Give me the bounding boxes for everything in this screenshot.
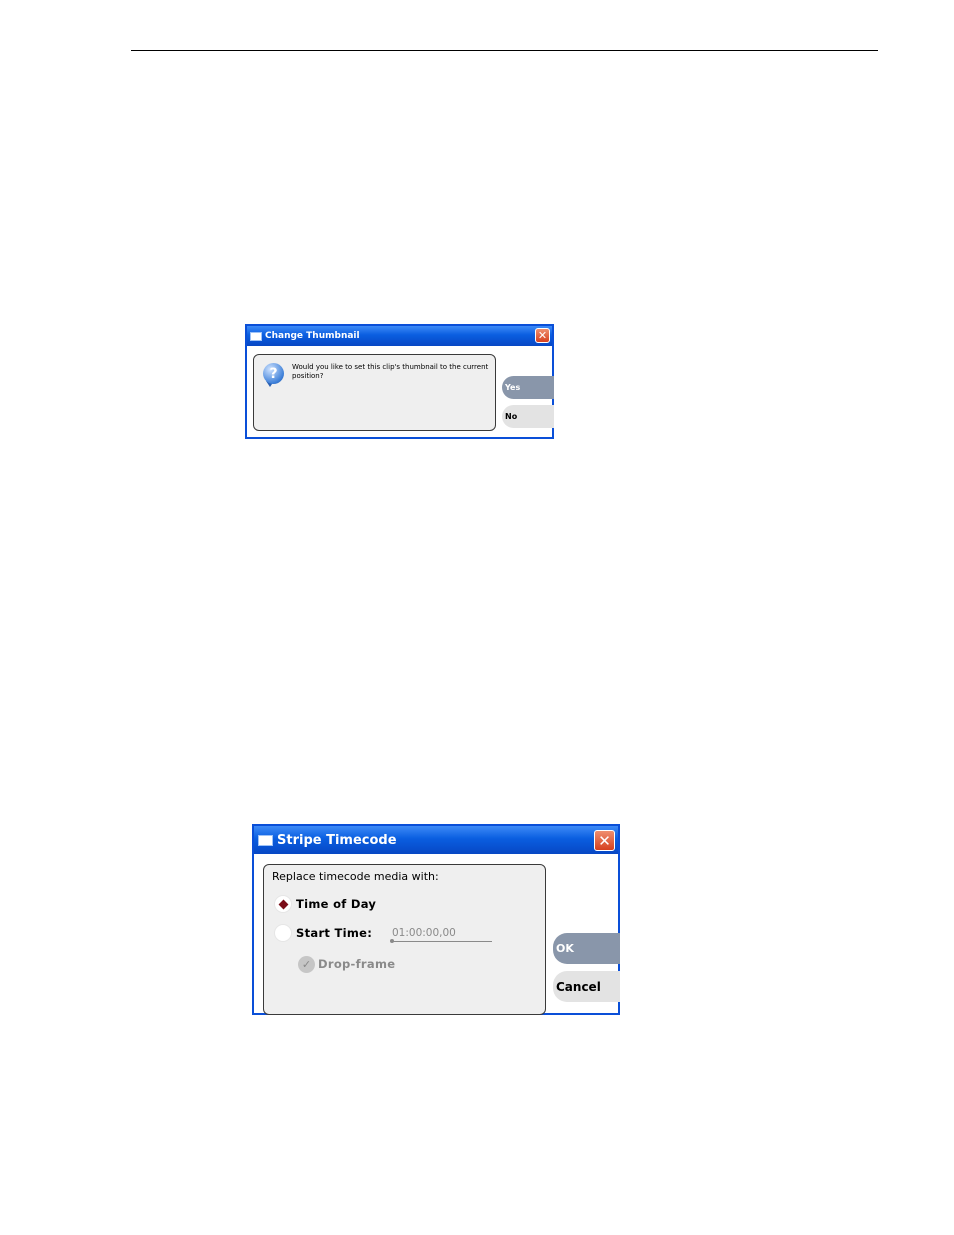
dialog-titlebar[interactable]: Change Thumbnail ✕ [247,326,552,346]
start-time-value: 01:00:00,00 [392,927,456,939]
drop-frame-checkbox[interactable]: ✓ [298,956,315,973]
close-button[interactable]: ✕ [535,328,550,343]
ok-button[interactable]: OK [553,933,620,964]
question-icon: ? [263,363,284,384]
time-of-day-radio[interactable] [274,895,292,913]
start-time-radio[interactable] [274,924,292,942]
window-icon [258,835,273,846]
dialog-title: Change Thumbnail [265,331,360,341]
dialog-title: Stripe Timecode [277,833,397,848]
change-thumbnail-dialog: Change Thumbnail ✕ ? Would you like to s… [245,324,554,439]
dialog-titlebar[interactable]: Stripe Timecode ✕ [254,826,618,854]
timecode-options-group: Replace timecode media with: Time of Day… [263,864,546,1015]
drop-frame-label: Drop-frame [318,957,396,971]
page-header-rule [131,50,878,51]
start-time-label[interactable]: Start Time: [296,926,372,940]
stripe-timecode-dialog: Stripe Timecode ✕ Replace timecode media… [252,824,620,1015]
cancel-button[interactable]: Cancel [553,971,620,1002]
checkmark-icon: ✓ [301,958,312,971]
yes-button[interactable]: Yes [502,376,554,399]
close-button[interactable]: ✕ [594,830,615,851]
field-marker [390,939,394,943]
group-label: Replace timecode media with: [272,870,439,883]
radio-selected-dot [278,899,289,910]
start-time-input[interactable]: 01:00:00,00 [390,927,492,943]
no-button[interactable]: No [502,405,554,428]
time-of-day-label[interactable]: Time of Day [296,897,376,911]
window-icon [250,332,262,341]
message-panel: ? Would you like to set this clip's thum… [253,354,496,431]
dialog-message: Would you like to set this clip's thumbn… [292,363,489,380]
